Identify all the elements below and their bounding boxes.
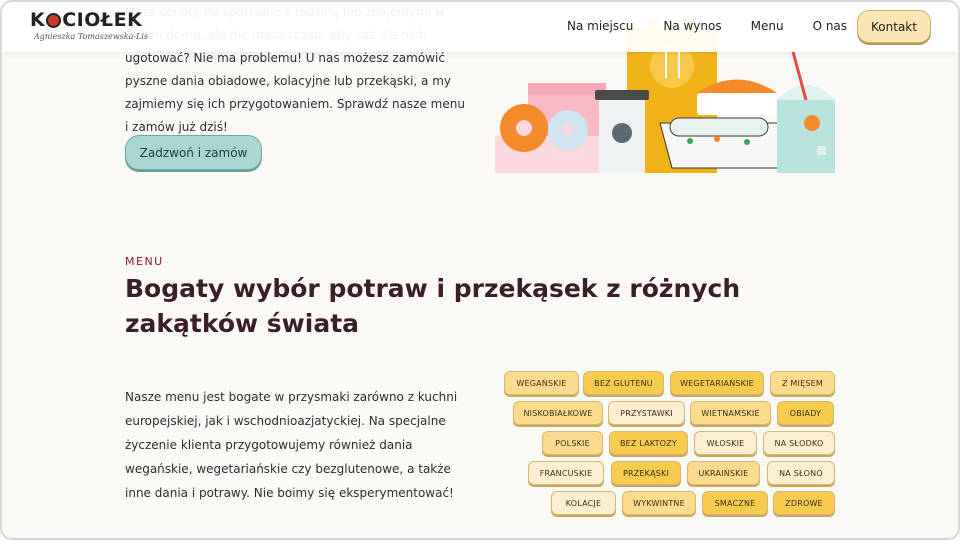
pot-logo-icon: [46, 12, 62, 28]
menu-tag[interactable]: WIETNAMSKIE: [690, 401, 771, 425]
section-eyebrow: MENU: [125, 255, 164, 268]
nav-link-na-miejscu[interactable]: Na miejscu: [567, 19, 633, 33]
menu-tag[interactable]: BEZ GLUTENU: [583, 371, 664, 395]
menu-tag[interactable]: WYKWINTNE: [622, 491, 696, 515]
menu-tag[interactable]: PRZEKĄSKI: [611, 461, 681, 485]
section-headline: Bogaty wybór potraw i przekąsek z różnyc…: [125, 274, 741, 338]
menu-tag[interactable]: OBIADY: [777, 401, 834, 425]
call-order-button[interactable]: Zadzwoń i zamów: [125, 135, 262, 170]
menu-tag[interactable]: NA SŁODKO: [763, 431, 835, 455]
nav-links: Na miejscu Na wynos Menu O nas: [567, 19, 847, 33]
menu-tag[interactable]: POLSKIE: [542, 431, 603, 455]
contact-button[interactable]: Kontakt: [857, 10, 931, 43]
menu-tag[interactable]: UKRAIŃSKIE: [687, 461, 760, 485]
logo-text-end: CIOŁEK: [62, 9, 143, 31]
site-logo[interactable]: K CIOŁEK Agnieszka Tomaszewska-Lis: [30, 9, 148, 41]
menu-tag[interactable]: SMACZNE: [702, 491, 768, 515]
nav-link-o-nas[interactable]: O nas: [813, 19, 847, 33]
menu-tag[interactable]: WEGAŃSKIE: [504, 371, 579, 395]
menu-tag[interactable]: BEZ LAKTOZY: [609, 431, 688, 455]
menu-tag[interactable]: FRANCUSKIE: [528, 461, 604, 485]
menu-tag[interactable]: NA SŁONO: [767, 461, 835, 485]
menu-tag[interactable]: ZDROWE: [773, 491, 835, 515]
nav-link-menu[interactable]: Menu: [751, 19, 784, 33]
top-navigation: K CIOŁEK Agnieszka Tomaszewska-Lis Na mi…: [0, 0, 960, 52]
menu-tag[interactable]: KOLACJE: [551, 491, 616, 515]
menu-tag[interactable]: NISKOBIAŁKOWE: [513, 401, 603, 425]
logo-text-start: K: [30, 9, 46, 31]
menu-tag[interactable]: WŁOSKIE: [694, 431, 757, 455]
menu-tag[interactable]: PRZYSTAWKI: [608, 401, 685, 425]
menu-description: Nasze menu jest bogate w przysmaki zarów…: [125, 390, 458, 500]
menu-tag[interactable]: Z MIĘSEM: [770, 371, 835, 395]
menu-tag[interactable]: WEGETARIAŃSKIE: [670, 371, 764, 395]
logo-tagline: Agnieszka Tomaszewska-Lis: [34, 32, 149, 41]
nav-link-na-wynos[interactable]: Na wynos: [663, 19, 721, 33]
